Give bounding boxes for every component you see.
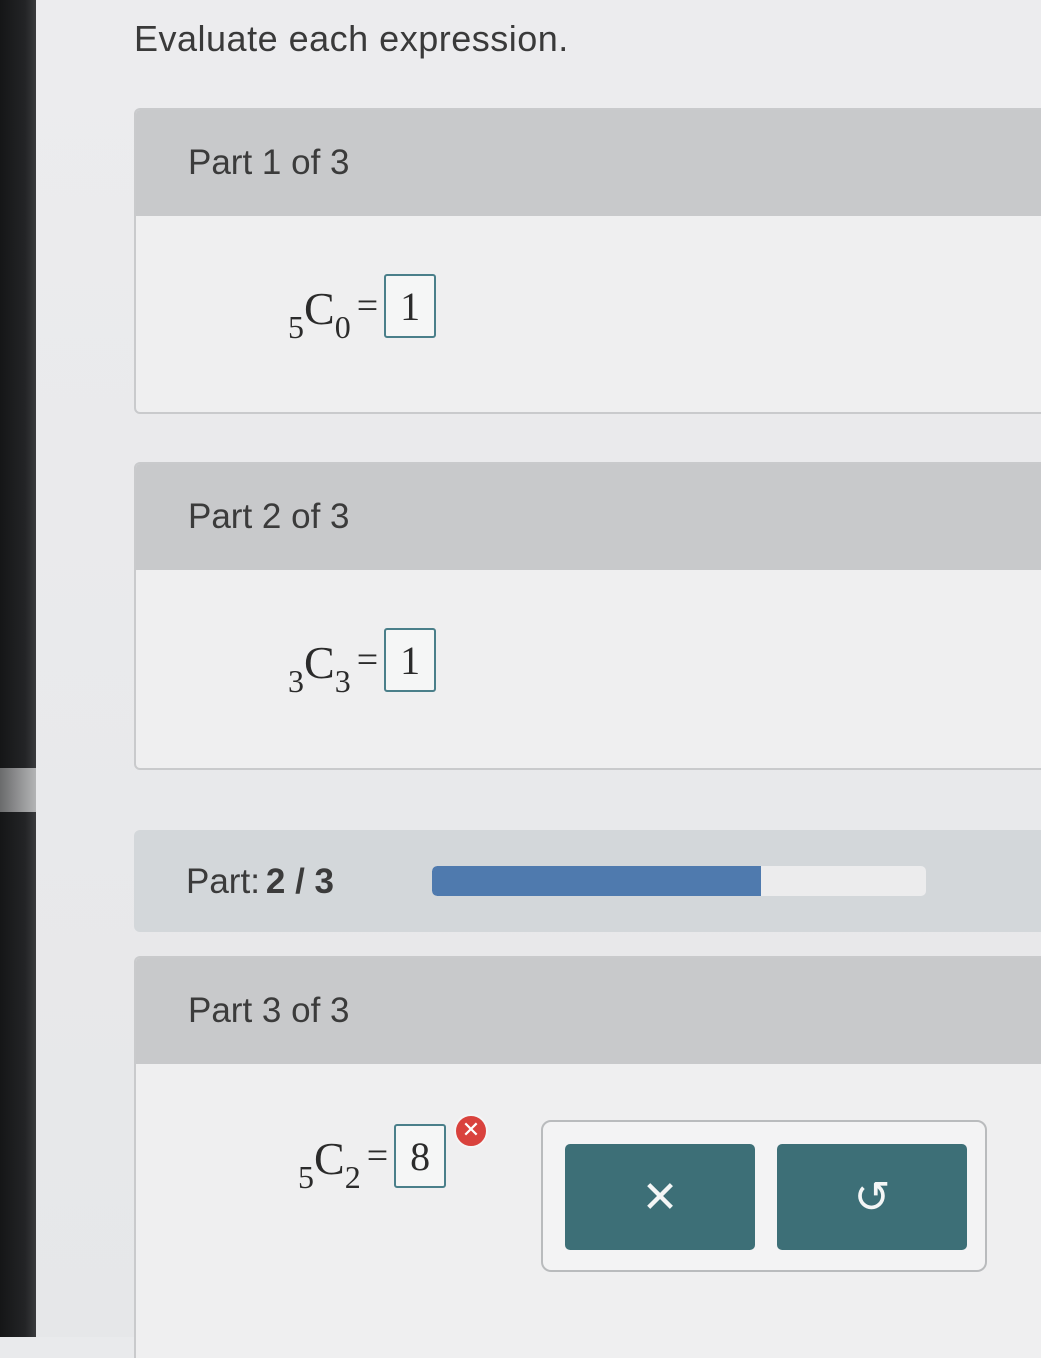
part-2-n: 3 [288, 662, 304, 699]
part-3-answer-input[interactable]: 8 [394, 1124, 447, 1188]
part-1-expression: 5 C 0 = 1 [288, 274, 437, 345]
progress-bar-track [432, 866, 926, 896]
part-3-n: 5 [298, 1158, 314, 1195]
part-3-panel: Part 3 of 3 5 C 2 = 8 ✕ ✕ ↺ [134, 956, 1041, 1358]
part-3-expression: 5 C 2 = 8 [298, 1124, 447, 1195]
part-3-r: 2 [344, 1158, 361, 1195]
part-2-answer-input[interactable]: 1 [384, 628, 437, 692]
part-2-equals: = [356, 638, 379, 681]
part-1-n: 5 [288, 308, 304, 345]
part-2-header: Part 2 of 3 [136, 464, 1041, 570]
screen-bezel [0, 0, 36, 1337]
clear-answer-button[interactable]: ✕ [565, 1144, 755, 1250]
part-1-equals: = [356, 284, 379, 327]
part-3-header: Part 3 of 3 [136, 958, 1041, 1064]
part-2-expression: 3 C 3 = 1 [288, 628, 437, 699]
close-icon: ✕ [641, 1171, 679, 1223]
part-1-answer-input[interactable]: 1 [384, 274, 437, 338]
progress-label-text: Part: [186, 862, 260, 901]
progress-panel: Part: 2 / 3 [134, 830, 1041, 932]
part-1-panel: Part 1 of 3 5 C 0 = 1 [134, 108, 1041, 414]
undo-button[interactable]: ↺ [777, 1144, 967, 1250]
progress-bar-fill [432, 866, 762, 896]
part-2-combination-symbol: C [304, 636, 335, 688]
part-3-combination-symbol: C [314, 1132, 345, 1184]
progress-label: Part: 2 / 3 [186, 862, 334, 902]
part-1-r: 0 [334, 308, 351, 345]
part-2-r: 3 [334, 662, 351, 699]
undo-icon: ↺ [853, 1171, 891, 1223]
instruction-text: Evaluate each expression. [134, 18, 569, 59]
error-x-icon: ✕ [454, 1114, 488, 1148]
answer-actions-panel: ✕ ↺ [541, 1120, 987, 1272]
progress-count: 2 / 3 [265, 862, 335, 901]
part-1-combination-symbol: C [304, 282, 335, 334]
part-1-header: Part 1 of 3 [136, 110, 1041, 216]
part-3-equals: = [366, 1134, 389, 1177]
part-2-panel: Part 2 of 3 3 C 3 = 1 [134, 462, 1041, 770]
